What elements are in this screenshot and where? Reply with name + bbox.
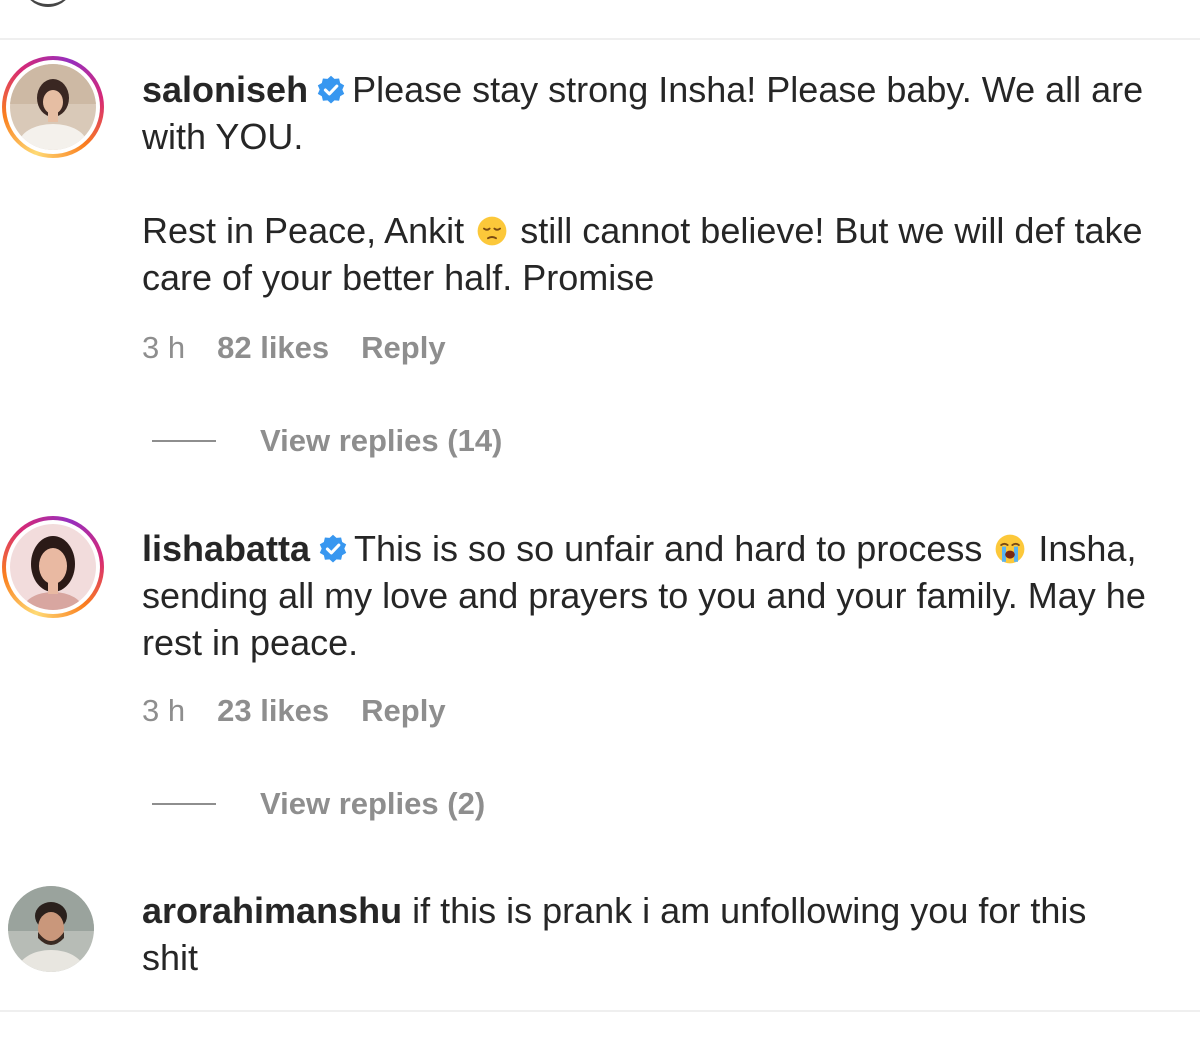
comment-text: This is so so unfair and hard to process — [354, 528, 983, 569]
reply-button[interactable]: Reply — [361, 693, 445, 729]
view-replies-label: View replies (2) — [260, 786, 486, 821]
avatar[interactable] — [2, 516, 104, 618]
avatar-photo-arorahimanshu — [8, 886, 94, 972]
comment-username[interactable]: arorahimanshu — [142, 890, 402, 931]
replies-dash — [152, 803, 216, 805]
comment-meta: 3 h 23 likes Reply — [142, 693, 446, 729]
view-replies-label: View replies (14) — [260, 423, 503, 458]
previous-avatar-fragment — [22, 0, 74, 7]
avatar-photo-saloniseh — [10, 64, 96, 150]
replies-dash — [152, 440, 216, 442]
comment-text: Rest in Peace, Ankit — [142, 210, 465, 251]
view-replies-button[interactable]: View replies (2) — [152, 786, 485, 822]
avatar[interactable] — [2, 56, 104, 158]
view-replies-button[interactable]: View replies (14) — [152, 423, 502, 459]
comment-time[interactable]: 3 h — [142, 330, 185, 366]
comment-time[interactable]: 3 h — [142, 693, 185, 729]
verified-badge-icon — [319, 534, 347, 563]
divider — [0, 1010, 1200, 1012]
comment-likes[interactable]: 23 likes — [217, 693, 329, 729]
comment-username[interactable]: lishabatta — [142, 528, 310, 569]
reply-button[interactable]: Reply — [361, 330, 445, 366]
avatar[interactable] — [8, 886, 94, 972]
divider — [0, 38, 1200, 40]
avatar-photo-lishabatta — [10, 524, 96, 610]
comment-meta: 3 h 82 likes Reply — [142, 330, 446, 366]
loudly-crying-face-icon — [995, 534, 1025, 564]
pensive-face-icon — [477, 216, 507, 246]
comment-likes[interactable]: 82 likes — [217, 330, 329, 366]
comment-username[interactable]: saloniseh — [142, 69, 308, 110]
verified-badge-icon — [317, 75, 345, 104]
